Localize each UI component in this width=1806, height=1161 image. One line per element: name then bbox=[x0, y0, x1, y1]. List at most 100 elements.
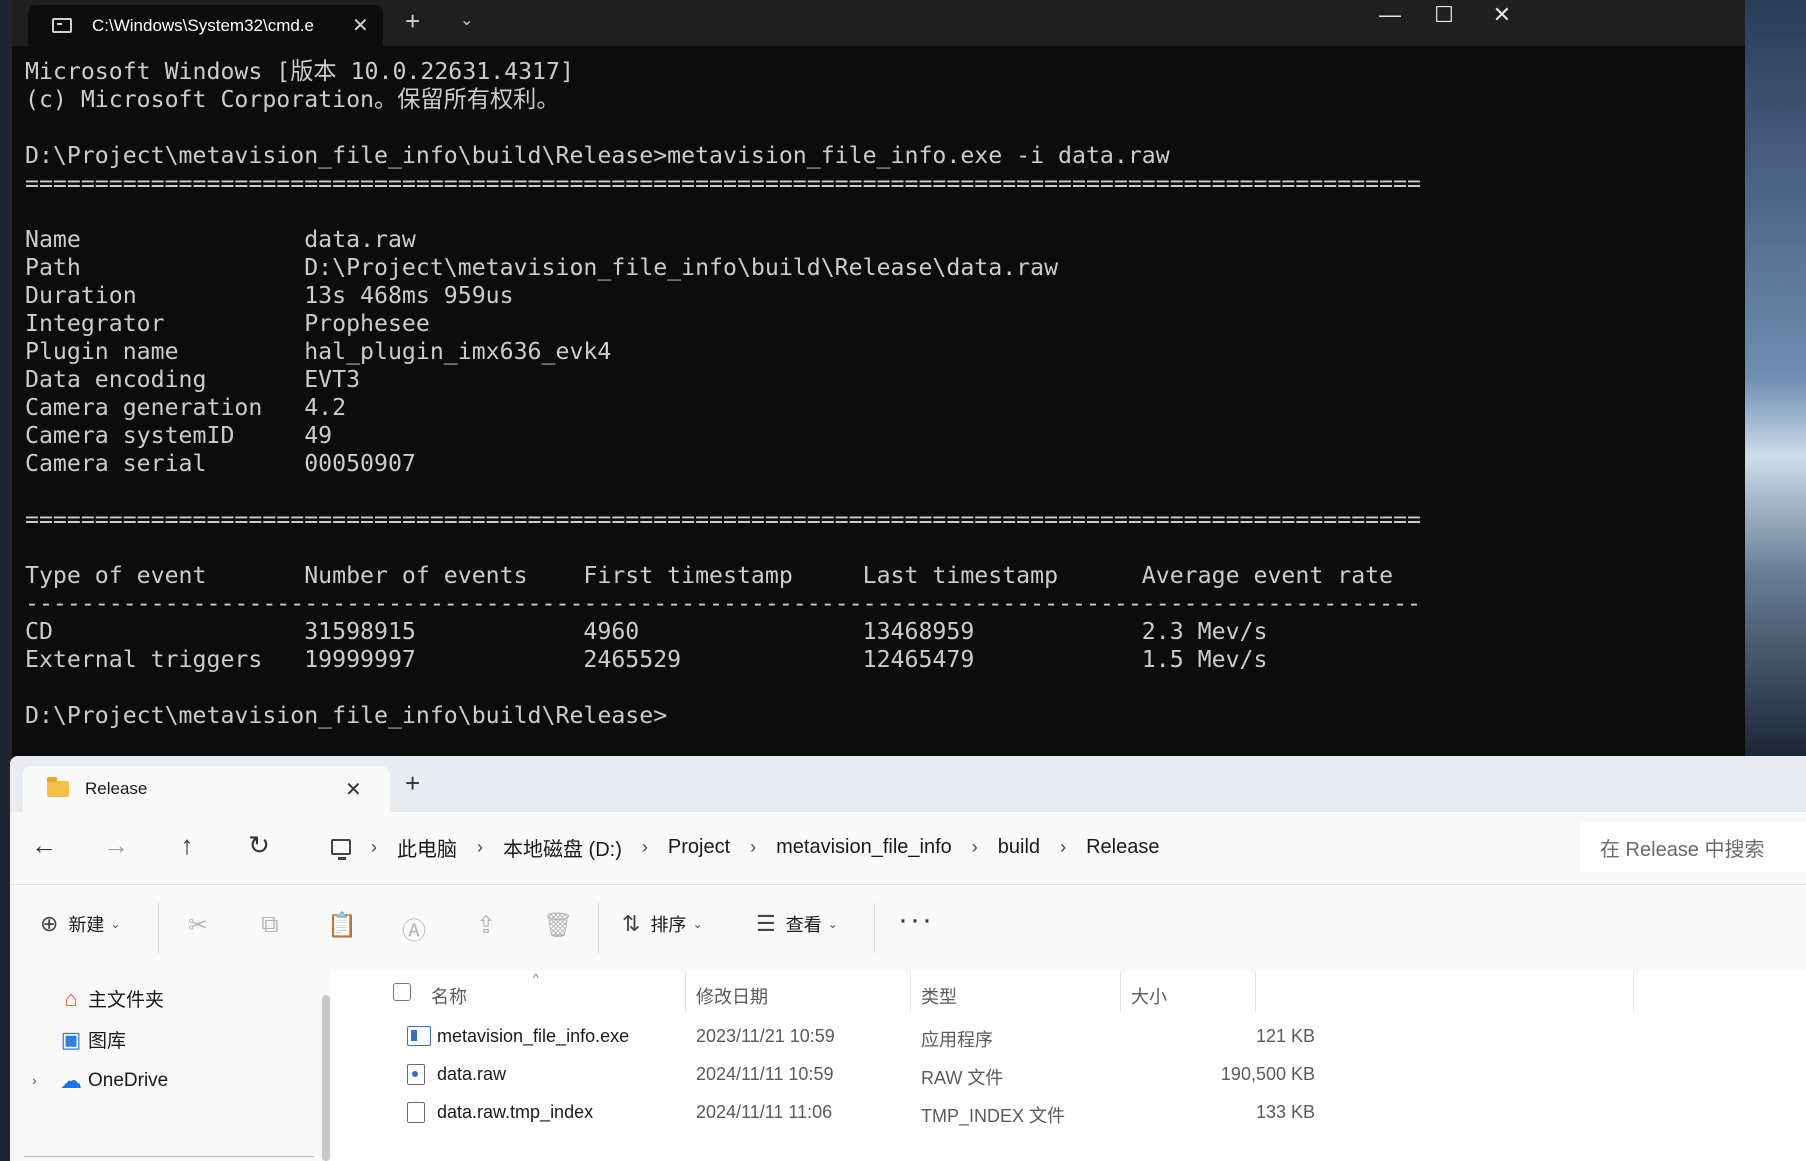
forward-button[interactable]: → bbox=[96, 830, 136, 861]
chevron-right-icon[interactable]: › bbox=[477, 837, 483, 858]
console-output[interactable]: Microsoft Windows [版本 10.0.22631.4317] (c… bbox=[25, 58, 1421, 730]
explorer-tab[interactable]: Release ✕ bbox=[23, 766, 390, 812]
share-icon[interactable]: ⇪ bbox=[471, 911, 501, 940]
column-separator[interactable] bbox=[1255, 971, 1256, 1013]
copy-icon[interactable]: ⧉ bbox=[255, 911, 285, 939]
file-size: 121 KB bbox=[1255, 1026, 1315, 1046]
gallery-icon: ▣ bbox=[60, 1026, 82, 1052]
column-separator[interactable] bbox=[1633, 971, 1634, 1013]
console-line: (c) Microsoft Corporation。保留所有权利。 bbox=[25, 86, 560, 113]
cmd-tab-title: C:\Windows\System32\cmd.e bbox=[92, 15, 315, 35]
explorer-window: Release ✕ + ← → ↑ ↻ › 此电脑 › 本地磁盘 (D:) › Proje… bbox=[10, 756, 1806, 1161]
cmd-tab[interactable]: C:\Windows\System32\cmd.e ✕ bbox=[28, 5, 383, 46]
delete-icon[interactable]: 🗑 bbox=[543, 911, 573, 940]
sidebar-item-label: 图库 bbox=[88, 1031, 127, 1052]
column-header-type[interactable]: 类型 bbox=[921, 983, 957, 1009]
console-line: Integrator Prophesee bbox=[25, 310, 430, 337]
navigation-bar: ← → ↑ ↻ › 此电脑 › 本地磁盘 (D:) › Project › metavisio… bbox=[10, 812, 1806, 884]
chevron-right-icon[interactable]: › bbox=[1060, 837, 1066, 858]
file-type: TMP_INDEX 文件 bbox=[921, 1106, 1066, 1126]
file-row[interactable]: data.raw.tmp_index 2024/11/11 11:06 TMP_IN… bbox=[355, 1092, 1645, 1132]
breadcrumb-item[interactable]: build bbox=[998, 836, 1040, 859]
chevron-right-icon[interactable]: › bbox=[371, 837, 377, 858]
select-all-checkbox[interactable] bbox=[393, 983, 411, 1001]
view-button[interactable]: ☰ 查看 ⌄ bbox=[756, 911, 838, 937]
sidebar-scrollbar[interactable] bbox=[322, 995, 330, 1161]
sidebar-item[interactable]: ▣ 图库 bbox=[58, 1026, 126, 1053]
view-label: 查看 bbox=[785, 915, 822, 935]
breadcrumb-item[interactable]: metavision_file_info bbox=[776, 836, 952, 859]
column-header-name[interactable]: 名称 bbox=[431, 983, 467, 1009]
column-header-size[interactable]: 大小 bbox=[1131, 983, 1167, 1009]
sidebar-item[interactable]: ⌂ 主文件夹 bbox=[58, 985, 164, 1012]
application-icon bbox=[407, 1026, 431, 1046]
console-line: D:\Project\metavision_file_info\build\Re… bbox=[25, 702, 668, 729]
close-window-button[interactable]: ✕ bbox=[1472, 2, 1532, 28]
close-tab-icon[interactable]: ✕ bbox=[345, 777, 362, 802]
address-bar[interactable]: › 此电脑 › 本地磁盘 (D:) › Project › metavision_file_i… bbox=[313, 822, 1558, 872]
more-options-icon[interactable]: ··· bbox=[898, 903, 934, 937]
new-tab-button[interactable]: + bbox=[405, 768, 420, 799]
back-button[interactable]: ← bbox=[24, 830, 64, 861]
paste-icon[interactable]: 📋 bbox=[327, 911, 357, 940]
file-type: 应用程序 bbox=[921, 1030, 993, 1050]
toolbar-divider bbox=[874, 903, 875, 953]
chevron-right-icon[interactable]: › bbox=[642, 837, 648, 858]
chevron-right-icon[interactable]: › bbox=[750, 837, 756, 858]
column-separator[interactable] bbox=[910, 971, 911, 1013]
breadcrumb-item[interactable]: Project bbox=[668, 836, 730, 859]
view-icon: ☰ bbox=[756, 911, 776, 936]
sort-button[interactable]: ⇅ 排序 ⌄ bbox=[622, 911, 703, 937]
file-date: 2024/11/11 10:59 bbox=[696, 1064, 834, 1084]
file-date: 2023/11/21 10:59 bbox=[696, 1026, 835, 1046]
breadcrumb-item[interactable]: 本地磁盘 (D:) bbox=[503, 833, 622, 862]
rename-icon[interactable]: Ⓐ bbox=[399, 911, 429, 946]
file-list-header: ^ 名称 修改日期 类型 大小 bbox=[355, 971, 1645, 1013]
desktop-wallpaper bbox=[1745, 0, 1806, 760]
file-list: ^ 名称 修改日期 类型 大小 metavision_file_info.exe… bbox=[355, 971, 1645, 1161]
sidebar-item[interactable]: ☁ OneDrive bbox=[58, 1068, 168, 1094]
file-name: metavision_file_info.exe bbox=[437, 1026, 630, 1046]
file-date: 2024/11/11 11:06 bbox=[696, 1102, 833, 1122]
file-row[interactable]: metavision_file_info.exe 2023/11/21 10:59… bbox=[355, 1016, 1645, 1056]
maximize-button[interactable]: ☐ bbox=[1414, 2, 1474, 28]
file-size: 190,500 KB bbox=[1220, 1064, 1315, 1084]
refresh-button[interactable]: ↻ bbox=[239, 830, 279, 861]
new-tab-button[interactable]: + bbox=[405, 6, 420, 37]
console-line: Camera generation 4.2 bbox=[25, 394, 347, 421]
console-line: ========================================… bbox=[25, 506, 1422, 533]
file-name: data.raw bbox=[437, 1064, 507, 1084]
console-line: Duration 13s 468ms 959us bbox=[25, 282, 514, 309]
console-line: Camera systemID 49 bbox=[25, 422, 333, 449]
cut-icon[interactable]: ✂ bbox=[183, 911, 213, 940]
terminal-icon bbox=[52, 18, 72, 33]
column-header-date[interactable]: 修改日期 bbox=[696, 983, 768, 1009]
column-separator[interactable] bbox=[1120, 971, 1121, 1013]
cloud-icon: ☁ bbox=[60, 1068, 82, 1093]
expand-chevron-icon[interactable]: › bbox=[32, 1072, 37, 1088]
new-button[interactable]: ⊕ 新建 ⌄ bbox=[40, 911, 121, 937]
chevron-right-icon[interactable]: › bbox=[972, 837, 978, 858]
console-line: ========================================… bbox=[25, 170, 1422, 197]
console-line: External triggers 19999997 2465529 12465… bbox=[25, 646, 1268, 673]
toolbar-divider bbox=[598, 903, 599, 953]
chevron-down-icon[interactable]: ⌄ bbox=[460, 10, 473, 30]
breadcrumb-item[interactable]: Release bbox=[1086, 836, 1159, 859]
breadcrumb-item[interactable]: 此电脑 bbox=[397, 833, 457, 862]
sort-icon: ⇅ bbox=[622, 911, 641, 936]
home-icon: ⌂ bbox=[64, 985, 78, 1011]
search-input[interactable]: 在 Release 中搜索 bbox=[1580, 822, 1806, 872]
file-size: 133 KB bbox=[1255, 1102, 1315, 1122]
cmd-window: C:\Windows\System32\cmd.e ✕ + ⌄ — ☐ ✕ Mi… bbox=[12, 0, 1745, 760]
up-button[interactable]: ↑ bbox=[167, 830, 207, 861]
file-row[interactable]: data.raw 2024/11/11 10:59 RAW 文件 190,500 KB bbox=[355, 1054, 1645, 1094]
file-icon bbox=[407, 1102, 425, 1123]
minimize-button[interactable]: — bbox=[1360, 2, 1420, 28]
close-tab-icon[interactable]: ✕ bbox=[352, 13, 369, 38]
console-line: CD 31598915 4960 13468959 2.3 Mev/s bbox=[25, 618, 1268, 645]
column-separator[interactable] bbox=[685, 971, 686, 1013]
sidebar-item-label: 主文件夹 bbox=[88, 990, 165, 1011]
